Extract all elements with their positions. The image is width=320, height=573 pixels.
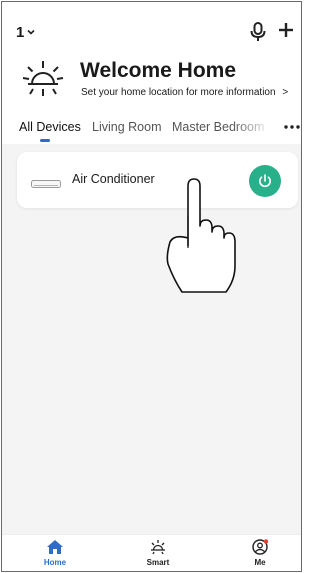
air-conditioner-icon <box>31 176 61 188</box>
set-location-link[interactable]: Set your home location for more informat… <box>81 87 288 98</box>
nav-me[interactable]: Me <box>235 539 285 567</box>
nav-smart-label: Smart <box>146 558 170 567</box>
home-selector-label: 1 <box>16 24 25 41</box>
nav-me-label: Me <box>254 558 266 567</box>
home-icon <box>47 540 63 554</box>
device-name: Air Conditioner <box>72 172 155 186</box>
nav-home-label: Home <box>43 558 67 567</box>
tab-all-devices[interactable]: All Devices <box>19 120 81 134</box>
tabs-fade <box>232 112 272 144</box>
power-button[interactable] <box>249 165 281 197</box>
device-card-air-conditioner[interactable]: Air Conditioner <box>17 152 298 208</box>
chevron-right-icon: > <box>282 87 289 98</box>
more-dots-icon[interactable] <box>284 116 300 135</box>
chevron-down-icon <box>27 27 35 38</box>
plus-icon[interactable] <box>278 16 294 45</box>
tap-gesture-hand-icon <box>166 176 246 296</box>
top-bar: 1 <box>2 2 301 52</box>
power-icon <box>259 174 271 188</box>
microphone-icon[interactable] <box>249 22 267 42</box>
notification-dot <box>263 539 269 544</box>
welcome-title: Welcome Home <box>80 59 236 82</box>
profile-icon <box>252 539 269 555</box>
sun-icon <box>151 540 165 555</box>
nav-home[interactable]: Home <box>30 539 80 567</box>
room-tabs: All Devices Living Room Master Bedroom <box>2 112 301 144</box>
welcome-banner: Welcome Home Set your home location for … <box>2 52 301 112</box>
app-screen: 1 Welcome Home Set your home location fo… <box>1 1 302 572</box>
set-location-text: Set your home location for more informat… <box>81 87 276 98</box>
nav-smart[interactable]: Smart <box>133 539 183 567</box>
sun-icon <box>22 58 64 100</box>
tab-active-indicator <box>40 139 50 142</box>
bottom-navigation: Home Smart Me <box>2 534 301 571</box>
tab-living-room[interactable]: Living Room <box>92 120 161 134</box>
home-selector[interactable]: 1 <box>16 24 35 41</box>
